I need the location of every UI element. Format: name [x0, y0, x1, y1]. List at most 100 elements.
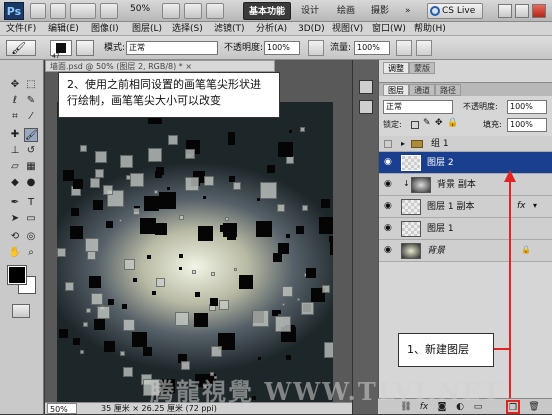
menu-3d[interactable]: 3D(D) — [298, 23, 325, 35]
menu-layer[interactable]: 图层(L) — [132, 23, 162, 35]
opacity-input[interactable]: 100% — [264, 41, 300, 55]
minimize-button[interactable] — [498, 4, 512, 18]
healing-brush-tool-icon[interactable]: ✚ — [8, 128, 22, 142]
workspace-painting[interactable]: 绘画 — [332, 2, 360, 20]
step-2-callout: 2、使用之前相同设置的画笔笔尖形状进行绘制，画笔笔尖大小可以改变 — [58, 72, 280, 118]
menu-image[interactable]: 图像(I) — [91, 23, 119, 35]
layer-row-group-1[interactable]: ▸ 组 1 — [379, 136, 552, 152]
tab-adjustments[interactable]: 调整 — [383, 62, 409, 74]
lock-transparent-icon[interactable] — [411, 121, 419, 129]
move-tool-icon[interactable]: ✥ — [8, 78, 22, 92]
blur-tool-icon[interactable]: ◆ — [8, 176, 22, 190]
lasso-tool-icon[interactable]: ℓ — [8, 94, 22, 108]
visibility-eye-icon[interactable]: ◉ — [384, 180, 394, 189]
foreground-color-swatch[interactable] — [7, 265, 27, 285]
workspace-photography[interactable]: 摄影 — [366, 2, 394, 20]
size-pressure-button[interactable] — [416, 40, 432, 56]
lock-pixels-icon[interactable]: ✎ — [423, 118, 431, 128]
mode-select[interactable]: 正常 — [126, 41, 218, 55]
annotation-connector — [494, 348, 510, 350]
zoom-tool-icon[interactable]: ⌕ — [24, 246, 38, 260]
flow-input[interactable]: 100% — [354, 41, 390, 55]
type-tool-icon[interactable]: T — [24, 196, 38, 210]
lock-all-icon[interactable]: 🔒 — [447, 118, 458, 128]
brush-stamp — [91, 293, 104, 306]
visibility-eye-icon[interactable]: ◉ — [384, 246, 394, 255]
airbrush-button[interactable] — [396, 40, 412, 56]
shape-tool-icon[interactable]: ▭ — [24, 212, 38, 226]
layer-row-layer-1-copy[interactable]: ◉ 图层 1 副本 fx ▾ — [379, 196, 552, 218]
visibility-off-icon[interactable] — [384, 140, 392, 148]
image-canvas[interactable] — [57, 102, 333, 402]
brush-stamp — [302, 205, 309, 212]
zoom-level[interactable]: 50% — [130, 4, 150, 14]
document-tab[interactable]: 墙面.psd @ 50% (图层 2, RGB/8) * × — [45, 60, 275, 72]
menu-help[interactable]: 帮助(H) — [414, 23, 446, 35]
layer-opacity-input[interactable]: 100% — [507, 100, 547, 114]
dodge-tool-icon[interactable]: ● — [24, 176, 38, 190]
gradient-tool-icon[interactable]: ▦ — [24, 160, 38, 174]
clone-stamp-tool-icon[interactable]: ⊥ — [8, 144, 22, 158]
brush-stamp — [202, 196, 206, 200]
hand-tool-icon[interactable]: ✋ — [8, 246, 22, 260]
tab-masks[interactable]: 蒙版 — [409, 62, 435, 74]
screen-mode-button[interactable] — [184, 3, 202, 19]
visibility-eye-icon[interactable]: ◉ — [384, 224, 394, 233]
pen-tool-icon[interactable]: ✒ — [8, 196, 22, 210]
bridge-button[interactable] — [30, 3, 46, 19]
workspace-design[interactable]: 设计 — [296, 2, 324, 20]
more-workspaces[interactable]: » — [400, 2, 416, 20]
cs-live-button[interactable]: CS Live — [427, 3, 483, 19]
extras-dropdown[interactable] — [70, 3, 96, 19]
menu-filter[interactable]: 滤镜(T) — [214, 23, 245, 35]
3d-orbit-tool-icon[interactable]: ◎ — [24, 230, 38, 244]
menu-view[interactable]: 视图(V) — [332, 23, 363, 35]
expand-arrow-icon[interactable]: ▸ — [401, 139, 405, 148]
3d-rotate-tool-icon[interactable]: ⟲ — [8, 230, 22, 244]
tab-paths[interactable]: 路径 — [435, 84, 461, 96]
menu-window[interactable]: 窗口(W) — [372, 23, 406, 35]
status-zoom-field[interactable]: 50% — [47, 403, 77, 414]
opacity-pressure-button[interactable] — [308, 40, 324, 56]
layer-row-layer-1[interactable]: ◉ 图层 1 — [379, 218, 552, 240]
brush-stamp — [168, 134, 179, 145]
menu-analysis[interactable]: 分析(A) — [256, 23, 287, 35]
marquee-tool-icon[interactable]: ⬚ — [24, 78, 38, 92]
tool-preset-picker[interactable]: 🖌 — [6, 40, 36, 56]
new-layer-icon[interactable]: ❐ — [506, 400, 520, 414]
history-brush-tool-icon[interactable]: ↺ — [24, 144, 38, 158]
crop-tool-icon[interactable]: ⌗ — [8, 110, 22, 124]
path-select-tool-icon[interactable]: ➤ — [8, 212, 22, 226]
visibility-eye-icon[interactable]: ◉ — [384, 158, 394, 167]
history-panel-icon[interactable] — [359, 80, 373, 94]
layer-row-background-copy[interactable]: ◉ ↓ 背景 副本 — [379, 174, 552, 196]
blend-mode-select[interactable]: 正常 — [383, 100, 453, 114]
menu-file[interactable]: 文件(F) — [6, 23, 36, 35]
fill-input[interactable]: 100% — [507, 118, 547, 132]
menu-select[interactable]: 选择(S) — [172, 23, 203, 35]
quick-mask-button[interactable] — [12, 304, 30, 318]
effects-expand-arrow-icon[interactable]: ▾ — [533, 201, 537, 210]
brush-panel-toggle[interactable] — [76, 40, 94, 56]
tab-channels[interactable]: 通道 — [409, 84, 435, 96]
visibility-eye-icon[interactable]: ◉ — [384, 202, 394, 211]
mini-bridge-button[interactable] — [50, 3, 66, 19]
arrange-documents-button[interactable] — [162, 3, 180, 19]
delete-layer-icon[interactable]: 🗑 — [528, 401, 540, 413]
eyedropper-tool-icon[interactable]: ⁄ — [24, 110, 38, 124]
close-button[interactable] — [532, 4, 546, 18]
eraser-tool-icon[interactable]: ▱ — [8, 160, 22, 174]
brush-stamp — [210, 297, 219, 306]
layer-row-layer-2[interactable]: ◉ 图层 2 — [379, 152, 552, 174]
brush-tool-icon[interactable]: 🖌 — [24, 128, 38, 142]
workspace-essentials[interactable]: 基本功能 — [243, 2, 292, 20]
menu-edit[interactable]: 编辑(E) — [48, 23, 79, 35]
view-extras-button[interactable] — [206, 3, 224, 19]
hand-tool-button[interactable] — [100, 3, 118, 19]
lock-position-icon[interactable]: ✥ — [435, 118, 443, 128]
actions-panel-icon[interactable] — [359, 100, 373, 114]
quick-select-tool-icon[interactable]: ✎ — [24, 94, 38, 108]
tab-layers[interactable]: 图层 — [383, 84, 409, 96]
maximize-button[interactable] — [515, 4, 529, 18]
layer-row-background[interactable]: ◉ 背景 🔒 — [379, 240, 552, 262]
